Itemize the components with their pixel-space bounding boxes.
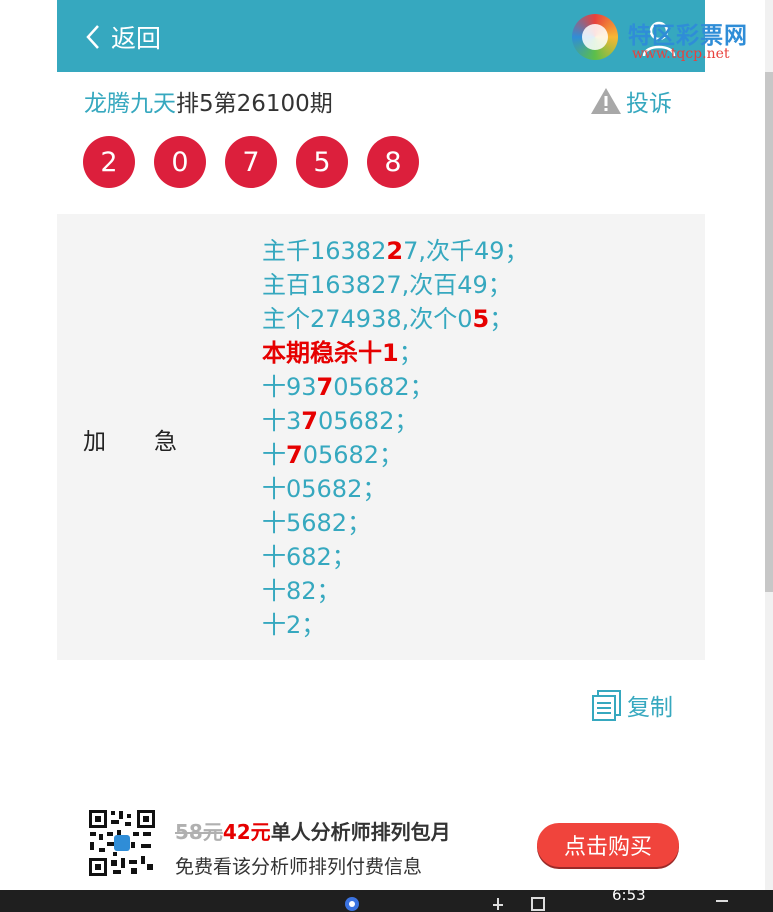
new-price: 42元 <box>222 820 271 844</box>
prediction-line: 十2； <box>262 608 529 642</box>
prediction-line: 十682； <box>262 540 529 574</box>
prediction-line-kill: 本期稳杀十1； <box>262 336 529 370</box>
taskbar: 6:53 <box>0 886 773 912</box>
line-text: 十05682； <box>262 475 387 503</box>
line-highlight: 7 <box>301 407 318 435</box>
watermark-url: www.tqcp.net <box>632 46 730 62</box>
author-link[interactable]: 龙腾九天 <box>84 91 176 117</box>
issue-label: 排5第26100期 <box>176 91 333 117</box>
draw-numbers: 2 0 7 5 8 <box>83 136 438 188</box>
line-text: 十2； <box>262 611 326 639</box>
draw-ball: 8 <box>367 136 419 188</box>
line-text: ； <box>398 339 423 367</box>
old-price: 58元 <box>175 820 223 844</box>
prediction-lines: 主千1638227,次千49； 主百163827,次百49； 主个274938,… <box>262 234 529 642</box>
line-highlight: 7 <box>316 373 334 401</box>
complain-button[interactable]: 投诉 <box>590 84 672 118</box>
copy-icon <box>592 690 621 721</box>
draw-ball: 7 <box>225 136 277 188</box>
line-text: 十5682； <box>262 509 372 537</box>
complain-label: 投诉 <box>626 91 672 117</box>
line-highlight: 5 <box>472 305 490 333</box>
logo-ring-icon <box>572 14 618 60</box>
promo-description: 免费看该分析师排列付费信息 <box>175 856 423 878</box>
scrollbar-thumb[interactable] <box>765 72 773 592</box>
line-text: 十3 <box>262 407 302 435</box>
chevron-left-icon <box>86 25 99 49</box>
line-highlight: 7 <box>286 441 303 469</box>
promo-title-text: 单人分析师排列包月 <box>270 820 451 844</box>
prediction-line: 十3705682； <box>262 404 529 438</box>
line-text: 05682； <box>302 441 404 469</box>
line-text: 7,次千49； <box>403 237 529 265</box>
prediction-line: 十705682； <box>262 438 529 472</box>
line-text: 05682； <box>317 407 419 435</box>
clock-time[interactable]: 6:53 <box>612 886 646 904</box>
promo-banner: 58元42元单人分析师排列包月 免费看该分析师排列付费信息 点击购买 <box>87 808 707 882</box>
prediction-line: 十05682； <box>262 472 529 506</box>
draw-ball: 0 <box>154 136 206 188</box>
line-text: 主千16382 <box>262 237 387 265</box>
network-icon[interactable] <box>490 896 506 912</box>
panel-label: 加急 <box>83 429 225 455</box>
warning-icon <box>591 88 621 114</box>
page-title: 龙腾九天排5第26100期 <box>84 84 333 118</box>
draw-ball: 5 <box>296 136 348 188</box>
input-method-icon[interactable] <box>530 896 546 912</box>
line-highlight: 2 <box>386 237 404 265</box>
watermark-name: 特区彩票网 <box>628 23 748 49</box>
line-text: 05682； <box>333 373 434 401</box>
promo-title: 58元42元单人分析师排列包月 <box>175 816 451 845</box>
qr-code-icon <box>87 808 157 878</box>
prediction-line: 十82； <box>262 574 529 608</box>
draw-ball: 2 <box>83 136 135 188</box>
line-text: ； <box>489 305 514 333</box>
buy-button[interactable]: 点击购买 <box>537 823 679 867</box>
line-text: 主百163827,次百49； <box>262 271 512 299</box>
prediction-line: 主千1638227,次千49； <box>262 234 529 268</box>
prediction-line: 主百163827,次百49； <box>262 268 529 302</box>
prediction-line: 十5682； <box>262 506 529 540</box>
watermark-logo: 特区彩票网 www.tqcp.net <box>572 10 772 70</box>
line-text: 十93 <box>262 373 317 401</box>
chrome-icon[interactable] <box>344 896 360 912</box>
prediction-line: 十93705682； <box>262 370 529 404</box>
copy-button[interactable]: 复制 <box>591 688 673 722</box>
copy-label: 复制 <box>627 695 673 721</box>
back-button[interactable]: 返回 <box>83 17 161 57</box>
line-text: 十682； <box>262 543 356 571</box>
prediction-line: 主个274938,次个05； <box>262 302 529 336</box>
line-text: 十82； <box>262 577 341 605</box>
notification-icon[interactable] <box>714 896 730 912</box>
line-text: 主个274938,次个0 <box>262 305 473 333</box>
back-label: 返回 <box>111 24 162 53</box>
line-text: 本期稳杀十1 <box>262 339 399 367</box>
prediction-panel: 加急 主千1638227,次千49； 主百163827,次百49； 主个2749… <box>57 214 705 660</box>
line-text: 十 <box>262 441 286 469</box>
